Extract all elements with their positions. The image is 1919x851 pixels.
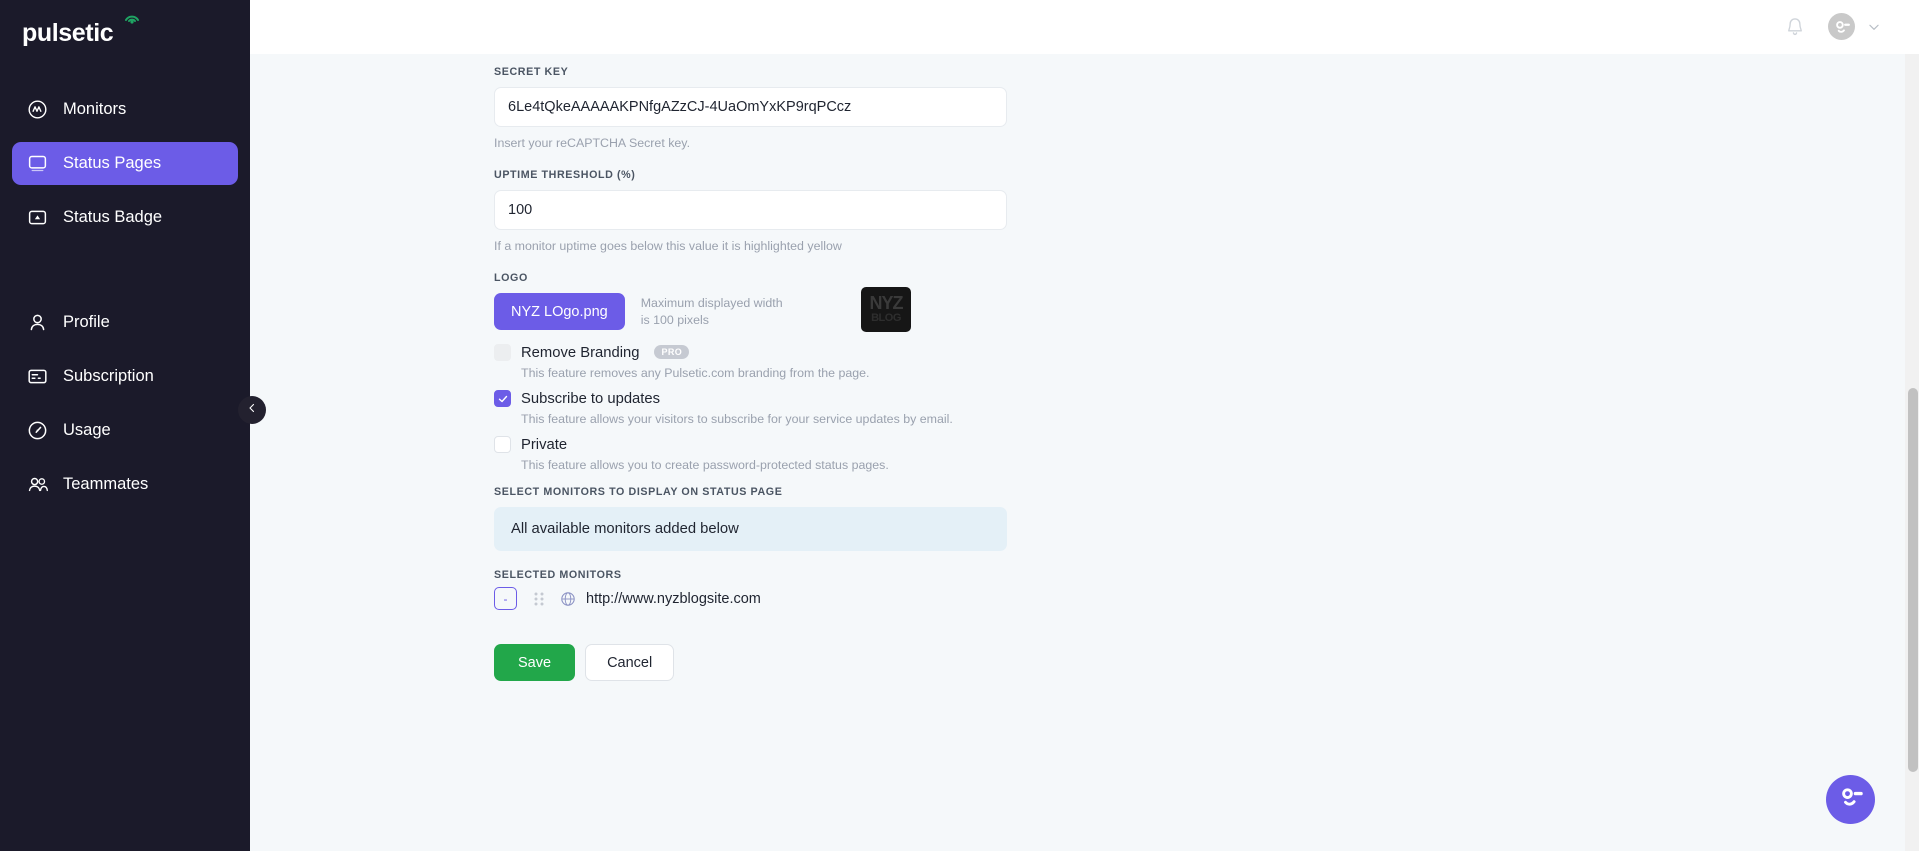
pro-badge: PRO bbox=[654, 344, 690, 359]
select-monitors-group: SELECT MONITORS TO DISPLAY ON STATUS PAG… bbox=[494, 486, 1007, 551]
logo-label: LOGO bbox=[494, 272, 528, 284]
subscribe-updates-checkbox[interactable] bbox=[494, 390, 511, 407]
gauge-icon bbox=[26, 419, 49, 442]
user-avatar-icon bbox=[1828, 13, 1855, 40]
select-monitors-banner-text: All available monitors added below bbox=[511, 521, 739, 537]
logo-preview-image: NYZ BLOG bbox=[861, 287, 911, 332]
sidebar-item-label: Status Badge bbox=[63, 208, 163, 227]
uptime-threshold-help: If a monitor uptime goes below this valu… bbox=[494, 239, 842, 253]
private-label: Private bbox=[521, 436, 568, 453]
subscribe-updates-label: Subscribe to updates bbox=[521, 390, 661, 407]
secret-key-input[interactable] bbox=[494, 87, 1007, 127]
vertical-scrollbar[interactable] bbox=[1905, 54, 1919, 851]
sidebar-item-label: Status Pages bbox=[63, 154, 162, 173]
chat-widget-button[interactable] bbox=[1826, 775, 1875, 824]
save-button[interactable]: Save bbox=[494, 644, 576, 681]
remove-branding-row[interactable]: Remove Branding PRO bbox=[494, 344, 1007, 361]
uptime-threshold-label: UPTIME THRESHOLD (%) bbox=[494, 169, 636, 181]
private-row[interactable]: Private bbox=[494, 436, 1007, 453]
sidebar-item-status-badge[interactable]: Status Badge bbox=[12, 196, 238, 239]
account-menu[interactable] bbox=[1828, 13, 1881, 40]
scrollbar-thumb[interactable] bbox=[1908, 388, 1918, 772]
sidebar-item-subscription[interactable]: Subscription bbox=[12, 355, 238, 398]
user-icon bbox=[26, 311, 49, 334]
cancel-button[interactable]: Cancel bbox=[585, 644, 675, 681]
select-monitors-label: SELECT MONITORS TO DISPLAY ON STATUS PAG… bbox=[494, 486, 783, 498]
uptime-threshold-input[interactable] bbox=[494, 190, 1007, 230]
logo-preview-line2: BLOG bbox=[871, 311, 901, 324]
remove-monitor-button[interactable]: - bbox=[494, 587, 517, 610]
globe-icon bbox=[560, 591, 576, 607]
status-page-icon bbox=[26, 152, 49, 175]
main-area: SECRET KEY Insert your reCAPTCHA Secret … bbox=[250, 0, 1919, 851]
logo-preview-line1: NYZ bbox=[869, 293, 904, 314]
sidebar-item-monitors[interactable]: Monitors bbox=[12, 88, 238, 131]
credit-card-icon bbox=[26, 365, 49, 388]
chevron-down-icon bbox=[1867, 20, 1881, 34]
sidebar-item-label: Usage bbox=[63, 421, 111, 440]
sidebar-item-label: Monitors bbox=[63, 100, 127, 119]
subscribe-updates-group: Subscribe to updates This feature allows… bbox=[494, 390, 1007, 426]
bell-icon[interactable] bbox=[1784, 16, 1806, 38]
logo-note: Maximum displayed width is 100 pixels bbox=[640, 296, 783, 327]
status-page-form: SECRET KEY Insert your reCAPTCHA Secret … bbox=[494, 66, 1007, 681]
chevron-left-icon bbox=[246, 401, 258, 419]
brand-name: pulsetic bbox=[22, 18, 114, 47]
subscribe-updates-description: This feature allows your visitors to sub… bbox=[521, 412, 953, 426]
private-checkbox[interactable] bbox=[494, 436, 511, 453]
check-icon bbox=[498, 395, 507, 402]
selected-monitors-group: SELECTED MONITORS - http://www.nyzblogsi… bbox=[494, 569, 1007, 610]
sidebar-nav-secondary: Profile Subscription Usage Teammates bbox=[0, 301, 250, 506]
selected-monitors-label: SELECTED MONITORS bbox=[494, 569, 622, 581]
sidebar-item-profile[interactable]: Profile bbox=[12, 301, 238, 344]
sidebar-item-label: Teammates bbox=[63, 475, 149, 494]
logo-upload-button[interactable]: NYZ LOgo.png bbox=[494, 293, 625, 330]
secret-key-label: SECRET KEY bbox=[494, 66, 569, 78]
sidebar: pulsetic Monitors Status Pages Status Ba… bbox=[0, 0, 250, 851]
scroll-content: SECRET KEY Insert your reCAPTCHA Secret … bbox=[250, 54, 1919, 851]
uptime-threshold-field-group: UPTIME THRESHOLD (%) If a monitor uptime… bbox=[494, 169, 1007, 253]
sidebar-item-teammates[interactable]: Teammates bbox=[12, 463, 238, 506]
brand-logo[interactable]: pulsetic bbox=[0, 0, 250, 66]
users-icon bbox=[26, 473, 49, 496]
private-group: Private This feature allows you to creat… bbox=[494, 436, 1007, 472]
sidebar-collapse-button[interactable] bbox=[238, 396, 266, 424]
app-root: pulsetic Monitors Status Pages Status Ba… bbox=[0, 0, 1919, 851]
selected-monitor-row: - http://www.nyzblogsite.com bbox=[494, 587, 1007, 610]
remove-branding-label: Remove Branding bbox=[521, 344, 640, 361]
form-actions: Save Cancel bbox=[494, 644, 1007, 681]
remove-branding-checkbox[interactable] bbox=[494, 344, 511, 361]
remove-branding-description: This feature removes any Pulsetic.com br… bbox=[521, 366, 870, 380]
sidebar-item-label: Subscription bbox=[63, 367, 154, 386]
monitor-url: http://www.nyzblogsite.com bbox=[586, 590, 761, 607]
logo-row: NYZ LOgo.png Maximum displayed width is … bbox=[494, 287, 1007, 332]
sidebar-item-status-pages[interactable]: Status Pages bbox=[12, 142, 238, 185]
logo-field-group: LOGO NYZ LOgo.png Maximum displayed widt… bbox=[494, 272, 1007, 332]
pulse-signal-icon bbox=[124, 11, 140, 24]
sidebar-item-usage[interactable]: Usage bbox=[12, 409, 238, 452]
secret-key-field-group: SECRET KEY Insert your reCAPTCHA Secret … bbox=[494, 66, 1007, 150]
monitor-wave-icon bbox=[26, 98, 49, 121]
status-badge-icon bbox=[26, 206, 49, 229]
topbar bbox=[250, 0, 1919, 54]
secret-key-help: Insert your reCAPTCHA Secret key. bbox=[494, 136, 691, 150]
remove-branding-group: Remove Branding PRO This feature removes… bbox=[494, 344, 1007, 380]
drag-handle-icon[interactable] bbox=[528, 590, 550, 608]
sidebar-nav-primary: Monitors Status Pages Status Badge bbox=[0, 88, 250, 239]
subscribe-updates-row[interactable]: Subscribe to updates bbox=[494, 390, 1007, 407]
select-monitors-dropdown[interactable]: All available monitors added below bbox=[494, 507, 1007, 551]
chat-face-icon bbox=[1836, 782, 1866, 817]
sidebar-item-label: Profile bbox=[63, 313, 110, 332]
private-description: This feature allows you to create passwo… bbox=[521, 458, 889, 472]
